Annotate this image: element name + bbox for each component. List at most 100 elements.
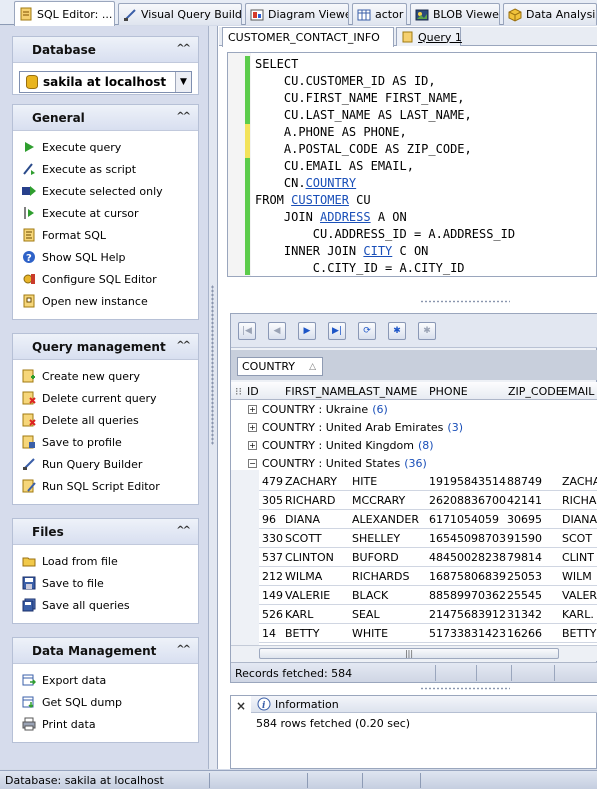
expand-icon[interactable]: + — [248, 422, 257, 432]
sidebar-item-get-sql-dump[interactable]: Get SQL dump — [13, 691, 198, 713]
sidebar-item-print-data[interactable]: Print data — [13, 713, 198, 735]
export-icon — [21, 672, 37, 688]
column-header-first-name[interactable]: FIRST_NAME — [285, 385, 354, 398]
database-select[interactable]: sakila at localhost ▼ — [19, 71, 192, 93]
last-record-button[interactable]: ▶| — [328, 322, 346, 340]
sidebar-item-show-sql-help[interactable]: ? Show SQL Help — [13, 246, 198, 268]
table-row[interactable]: 96 DIANA ALEXANDER 6171054059 30695 DIAN… — [259, 510, 597, 529]
scrollbar-thumb[interactable]: ||| — [259, 648, 559, 659]
files-group: Files ^^ Load from file Save to file Sav… — [12, 518, 199, 624]
prior-record-button[interactable]: ◀ — [268, 322, 286, 340]
table-row[interactable]: 537 CLINTON BUFORD 484500282381 79814 CL… — [259, 548, 597, 567]
sql-link-address[interactable]: ADDRESS — [320, 210, 371, 224]
table-row[interactable]: 212 WILMA RICHARDS 168758068397 25053 WI… — [259, 567, 597, 586]
sidebar-item-save-all-queries[interactable]: Save all queries — [13, 594, 198, 616]
svg-text:?: ? — [26, 253, 32, 264]
group-header-database[interactable]: Database ^^ — [13, 37, 198, 63]
expand-icon[interactable]: + — [248, 404, 257, 414]
item-label: Configure SQL Editor — [42, 272, 157, 286]
sidebar-item-format-sql[interactable]: Format SQL — [13, 224, 198, 246]
group-row-usa[interactable]: − COUNTRY : United States (36) — [231, 454, 597, 472]
tab-actor[interactable]: actor — [352, 3, 407, 25]
cell-zip-code: 88749 — [507, 475, 542, 488]
column-header-email[interactable]: EMAIL — [561, 385, 594, 398]
sidebar-item-execute-at-cursor[interactable]: Execute at cursor — [13, 202, 198, 224]
close-icon[interactable]: × — [236, 699, 246, 713]
sidebar-item-execute-selected-only[interactable]: Execute selected only — [13, 180, 198, 202]
database-select-value: sakila at localhost — [43, 75, 167, 89]
expand-icon[interactable]: + — [248, 440, 257, 450]
tab-information[interactable]: i Information — [251, 696, 597, 713]
collapse-icon[interactable]: − — [248, 458, 257, 468]
sidebar-item-configure-sql-editor[interactable]: Configure SQL Editor — [13, 268, 198, 290]
group-by-column-chip[interactable]: COUNTRY △ — [237, 357, 323, 376]
apply-filter-button[interactable]: ✱ — [388, 322, 406, 340]
table-row[interactable]: 479 ZACHARY HITE 191958435142 88749 ZACH… — [259, 472, 597, 491]
collapse-icon[interactable]: ^^ — [176, 111, 191, 122]
group-header-general[interactable]: General ^^ — [13, 105, 198, 131]
sidebar-item-execute-as-script[interactable]: Execute as script — [13, 158, 198, 180]
group-row-uae[interactable]: + COUNTRY : United Arab Emirates (3) — [231, 418, 597, 436]
sidebar-item-run-sql-script-editor[interactable]: Run SQL Script Editor — [13, 475, 198, 497]
sidebar-item-save-to-profile[interactable]: Save to profile — [13, 431, 198, 453]
tab-blob-viewer[interactable]: BLOB Viewer — [410, 3, 500, 25]
group-header-files[interactable]: Files ^^ — [13, 519, 198, 545]
cell-first-name: VALERIE — [285, 589, 331, 602]
refresh-button[interactable]: ⟳ — [358, 322, 376, 340]
sidebar-item-save-to-file[interactable]: Save to file — [13, 572, 198, 594]
collapse-icon[interactable]: ^^ — [176, 43, 191, 54]
splitter-grip[interactable] — [420, 687, 510, 690]
first-record-button[interactable]: |◀ — [238, 322, 256, 340]
tab-sql-editor[interactable]: SQL Editor: ... — [14, 1, 115, 26]
sql-link-country[interactable]: COUNTRY — [306, 176, 357, 190]
tab-query-1[interactable]: Query 1 — [396, 27, 462, 46]
sidebar-item-delete-current-query[interactable]: Delete current query — [13, 387, 198, 409]
sidebar-item-create-new-query[interactable]: Create new query — [13, 365, 198, 387]
table-row[interactable]: 330 SCOTT SHELLEY 165450987037 91590 SCO… — [259, 529, 597, 548]
column-selector-icon[interactable]: ⁝⁝ — [235, 385, 242, 398]
next-record-button[interactable]: ▶ — [298, 322, 316, 340]
table-row[interactable]: 14 BETTY WHITE 517338314235 16266 BETTY — [259, 624, 597, 643]
group-header-data-management[interactable]: Data Management ^^ — [13, 638, 198, 664]
table-row[interactable]: 149 VALERIE BLACK 885899703621 25545 VAL… — [259, 586, 597, 605]
item-label: Load from file — [42, 554, 118, 568]
column-header-id[interactable]: ID — [247, 385, 259, 398]
collapse-icon[interactable]: ^^ — [176, 525, 191, 536]
group-row-uk[interactable]: + COUNTRY : United Kingdom (8) — [231, 436, 597, 454]
sidebar-item-load-from-file[interactable]: Load from file — [13, 550, 198, 572]
group-header-query-management[interactable]: Query management ^^ — [13, 334, 198, 360]
sql-link-customer[interactable]: CUSTOMER — [291, 193, 349, 207]
sidebar-item-execute-query[interactable]: Execute query — [13, 136, 198, 158]
splitter-grip[interactable] — [211, 285, 214, 445]
table-row[interactable]: 305 RICHARD MCCRARY 262088367001 42141 R… — [259, 491, 597, 510]
status-separator — [362, 773, 363, 788]
sql-line: SELECT — [255, 57, 299, 71]
column-header-zip-code[interactable]: ZIP_CODE — [508, 385, 563, 398]
chevron-down-icon[interactable]: ▼ — [175, 72, 191, 92]
column-header-phone[interactable]: PHONE — [429, 385, 468, 398]
column-header-last-name[interactable]: LAST_NAME — [352, 385, 417, 398]
grid-navigator: |◀ ◀ ▶ ▶| ⟳ ✱ ✱ — [231, 314, 597, 348]
sidebar-item-delete-all-queries[interactable]: Delete all queries — [13, 409, 198, 431]
tab-diagram-viewer[interactable]: Diagram Viewer — [245, 3, 349, 25]
collapse-icon[interactable]: ^^ — [176, 340, 191, 351]
sql-link-city[interactable]: CITY — [363, 244, 392, 258]
sidebar-item-run-query-builder[interactable]: Run Query Builder — [13, 453, 198, 475]
collapse-icon[interactable]: ^^ — [176, 644, 191, 655]
sql-editor[interactable]: SELECT CU.CUSTOMER_ID AS ID, CU.FIRST_NA… — [227, 52, 597, 277]
table-row[interactable]: 526 KARL SEAL 214756839122 31342 KARL. — [259, 605, 597, 624]
splitter-grip[interactable] — [420, 300, 510, 303]
horizontal-scrollbar[interactable]: ||| — [231, 645, 597, 661]
group-row-ukraine[interactable]: + COUNTRY : Ukraine (6) — [231, 400, 597, 418]
sql-editor-icon — [402, 31, 413, 43]
tab-data-analysis[interactable]: Data Analysis — [503, 3, 597, 25]
item-label: Save to file — [42, 576, 104, 590]
configure-icon — [21, 271, 37, 287]
cell-last-name: SEAL — [352, 608, 380, 621]
sql-line: JOIN ADDRESS A ON — [255, 210, 407, 224]
cancel-filter-button[interactable]: ✱ — [418, 322, 436, 340]
tab-customer-contact-info[interactable]: CUSTOMER_CONTACT_INFO — [222, 27, 394, 47]
sidebar-item-open-new-instance[interactable]: Open new instance — [13, 290, 198, 312]
tab-visual-query-builder[interactable]: Visual Query Builder — [118, 3, 242, 25]
sidebar-item-export-data[interactable]: Export data — [13, 669, 198, 691]
